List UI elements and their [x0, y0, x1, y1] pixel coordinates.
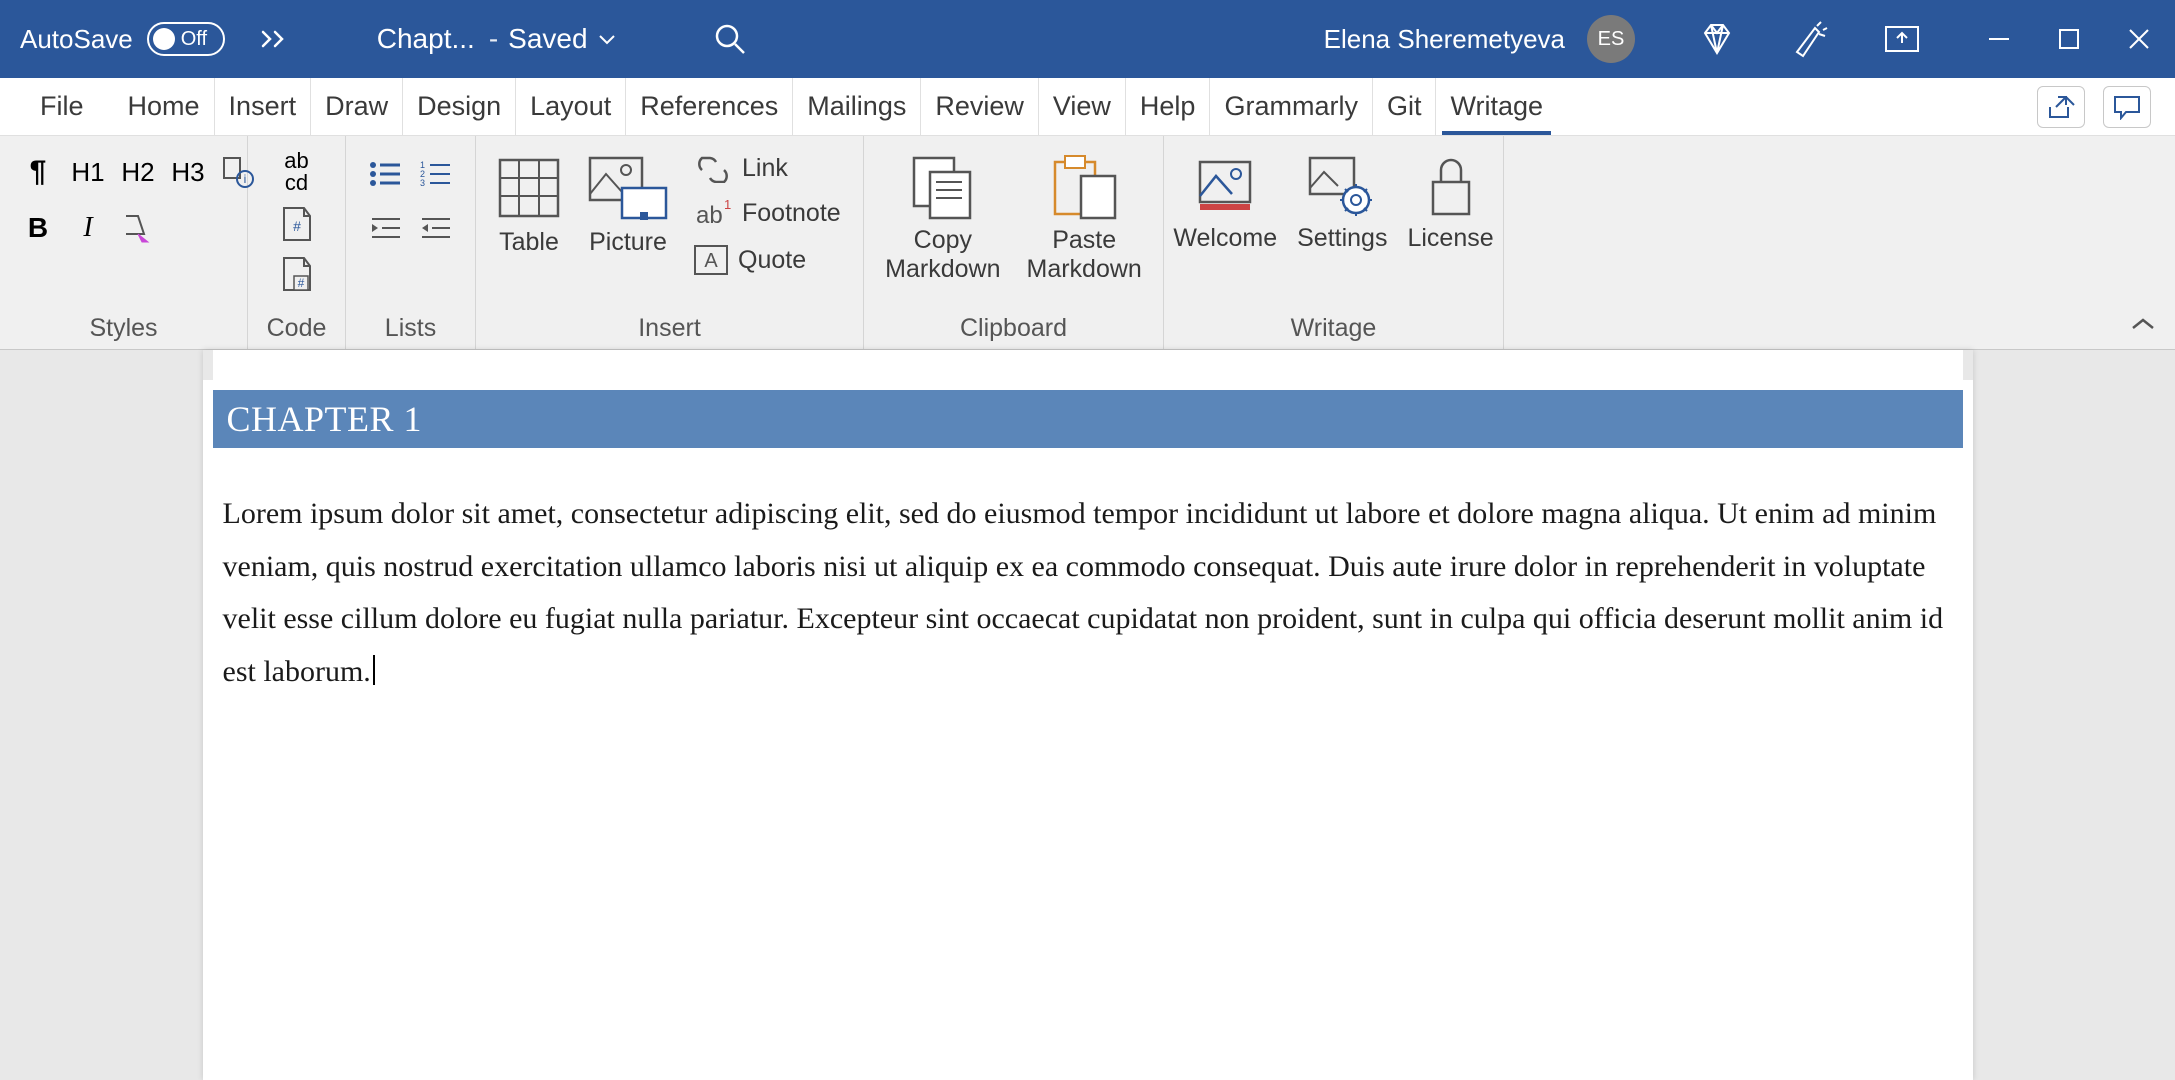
tab-file[interactable]: File: [40, 78, 114, 135]
tab-insert[interactable]: Insert: [214, 78, 311, 135]
copy-icon: [906, 154, 980, 220]
svg-text:i: i: [244, 172, 247, 186]
insert-table-button[interactable]: Table: [494, 154, 564, 257]
tab-grammarly[interactable]: Grammarly: [1209, 78, 1372, 135]
group-label-styles: Styles: [18, 308, 229, 343]
group-label-clipboard: Clipboard: [882, 308, 1145, 343]
quote-icon: A: [692, 243, 730, 277]
toggle-knob: [153, 28, 175, 50]
heading3-button[interactable]: H3: [168, 152, 208, 192]
group-writage: Welcome Settings License Writage: [1164, 136, 1504, 349]
svg-text:#: #: [297, 276, 304, 290]
tab-writage[interactable]: Writage: [1435, 78, 1557, 135]
user-name[interactable]: Elena Sheremetyeva: [1324, 24, 1565, 55]
tab-design[interactable]: Design: [402, 78, 515, 135]
document-title-group[interactable]: Chapt... - Saved: [377, 23, 616, 55]
comments-button[interactable]: [2103, 86, 2151, 128]
group-label-code: Code: [266, 308, 327, 343]
tab-help[interactable]: Help: [1125, 78, 1210, 135]
quick-access-overflow[interactable]: [261, 30, 291, 48]
group-label-writage: Writage: [1182, 308, 1485, 343]
paragraph-mark-button[interactable]: ¶: [18, 152, 58, 192]
svg-text:1: 1: [724, 197, 731, 212]
tab-home[interactable]: Home: [114, 78, 214, 135]
share-button[interactable]: [2037, 86, 2085, 128]
close-button[interactable]: [2123, 23, 2155, 55]
numbered-list-button[interactable]: 123: [416, 154, 456, 194]
autosave-state: Off: [181, 28, 207, 51]
tab-git[interactable]: Git: [1372, 78, 1436, 135]
insert-picture-button[interactable]: Picture: [586, 154, 670, 257]
highlight-button[interactable]: [118, 208, 158, 248]
group-lists: 123 Lists: [346, 136, 476, 349]
search-button[interactable]: [712, 21, 748, 57]
bold-button[interactable]: B: [18, 208, 58, 248]
code-block-button[interactable]: #: [277, 204, 317, 244]
toggle-switch[interactable]: Off: [147, 22, 225, 56]
insert-link-button[interactable]: Link: [692, 154, 841, 183]
group-styles: ¶ H1 H2 H3 i B I Styles: [0, 136, 248, 349]
ribbon: ¶ H1 H2 H3 i B I Styles abcd: [0, 136, 2175, 350]
chevron-down-icon[interactable]: [598, 33, 616, 45]
lock-icon: [1425, 154, 1477, 218]
maximize-button[interactable]: [2053, 23, 2085, 55]
bullet-list-button[interactable]: [366, 154, 406, 194]
outdent-button[interactable]: [416, 208, 456, 248]
minimize-button[interactable]: [1983, 23, 2015, 55]
group-code: abcd # # Code: [248, 136, 346, 349]
paste-markdown-button[interactable]: PasteMarkdown: [1027, 154, 1142, 284]
link-icon: [692, 155, 734, 183]
heading2-button[interactable]: H2: [118, 152, 158, 192]
user-avatar[interactable]: ES: [1587, 15, 1635, 63]
page[interactable]: CHAPTER 1 Lorem ipsum dolor sit amet, co…: [203, 350, 1973, 1080]
code-file-button[interactable]: #: [277, 254, 317, 294]
table-icon: [494, 154, 564, 222]
save-status: Saved: [508, 23, 587, 55]
tab-mailings[interactable]: Mailings: [792, 78, 920, 135]
insert-quote-button[interactable]: A Quote: [692, 243, 841, 277]
autosave-label: AutoSave: [20, 24, 133, 55]
settings-button[interactable]: Settings: [1297, 154, 1387, 253]
picture-icon: [586, 154, 670, 222]
title-bar: AutoSave Off Chapt... - Saved Elena Sher…: [0, 0, 2175, 78]
ribbon-display-icon[interactable]: [1883, 23, 1921, 55]
group-insert: Table Picture Link ab1 Footnote A Quote: [476, 136, 864, 349]
copy-markdown-button[interactable]: CopyMarkdown: [885, 154, 1000, 284]
tab-review[interactable]: Review: [920, 78, 1038, 135]
svg-text:A: A: [704, 250, 718, 272]
autosave-toggle[interactable]: AutoSave Off: [20, 22, 225, 56]
italic-button[interactable]: I: [68, 208, 108, 248]
settings-icon: [1306, 154, 1378, 218]
tab-layout[interactable]: Layout: [515, 78, 625, 135]
svg-text:3: 3: [420, 178, 425, 188]
document-area[interactable]: CHAPTER 1 Lorem ipsum dolor sit amet, co…: [0, 350, 2175, 1080]
inline-code-button[interactable]: abcd: [277, 150, 317, 194]
svg-text:#: #: [293, 218, 301, 234]
svg-text:ab: ab: [696, 202, 723, 229]
indent-button[interactable]: [366, 208, 406, 248]
document-name: Chapt...: [377, 23, 475, 55]
ribbon-tabs: File Home Insert Draw Design Layout Refe…: [0, 78, 2175, 136]
welcome-button[interactable]: Welcome: [1173, 154, 1277, 253]
group-label-lists: Lists: [364, 308, 457, 343]
heading1-button[interactable]: H1: [68, 152, 108, 192]
footnote-icon: ab1: [692, 197, 734, 229]
tab-view[interactable]: View: [1038, 78, 1125, 135]
paste-icon: [1047, 154, 1121, 220]
collapse-ribbon-button[interactable]: [2129, 316, 2157, 339]
tab-references[interactable]: References: [625, 78, 792, 135]
megaphone-icon[interactable]: [1789, 18, 1831, 60]
body-paragraph[interactable]: Lorem ipsum dolor sit amet, consectetur …: [203, 488, 1973, 698]
welcome-icon: [1192, 154, 1258, 218]
chapter-heading[interactable]: CHAPTER 1: [213, 390, 1963, 448]
diamond-icon[interactable]: [1697, 19, 1737, 59]
group-label-insert: Insert: [494, 308, 845, 343]
group-clipboard: CopyMarkdown PasteMarkdown Clipboard: [864, 136, 1164, 349]
insert-footnote-button[interactable]: ab1 Footnote: [692, 197, 841, 229]
license-button[interactable]: License: [1407, 154, 1493, 253]
tab-draw[interactable]: Draw: [310, 78, 402, 135]
